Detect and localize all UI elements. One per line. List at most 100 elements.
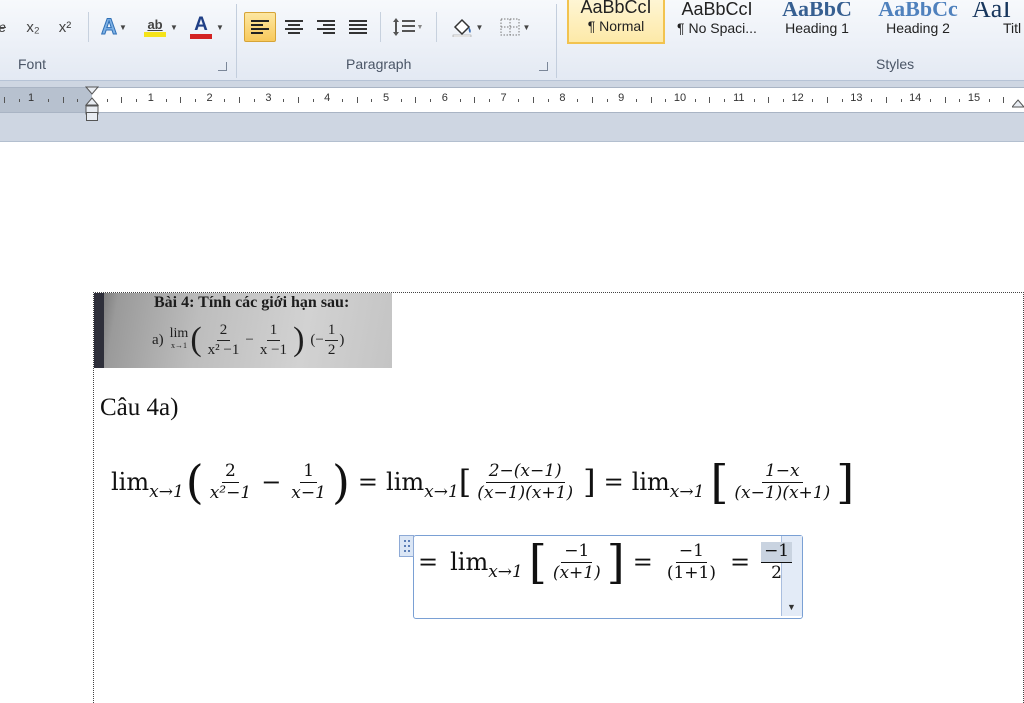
horizontal-ruler[interactable]: 1 1 2 3 4 5 6 7 8 9 10 11 12 13 14 15 <box>0 86 1024 115</box>
style-title[interactable]: AaI Titl <box>972 0 1024 44</box>
lim-text: lim <box>631 468 670 496</box>
lim-subscript: x→1 <box>488 562 523 582</box>
ruler-number: 15 <box>967 92 981 104</box>
ruler-tick <box>827 97 828 103</box>
ruler-tick <box>709 97 711 103</box>
chevron-down-icon: ▼ <box>170 22 178 32</box>
font-group-label: Font <box>18 56 47 72</box>
problem-photo[interactable]: Bài 4: Tính các giới hạn sau: a) lim x→1… <box>94 293 392 368</box>
ruler-tick <box>724 99 726 102</box>
style-preview: AaBbC <box>782 2 852 20</box>
equals-sign: = <box>729 548 751 576</box>
paragraph-dialog-launcher-icon[interactable] <box>539 62 548 71</box>
ruler-number: 5 <box>382 92 390 104</box>
ruler-tick <box>106 99 108 102</box>
style-no-spacing[interactable]: AaBbCcI ¶ No Spaci... <box>668 0 766 44</box>
chevron-down-icon: ▼ <box>216 22 224 32</box>
ruler-tick <box>518 99 520 102</box>
ruler-tick <box>591 97 593 103</box>
strikethrough-button[interactable]: ɐ <box>0 12 10 42</box>
ruler-tick <box>547 99 549 102</box>
style-no-spacing-label: ¶ No Spaci... <box>677 20 757 36</box>
fraction-denominator: (x+1) <box>552 562 601 583</box>
ruler-tick <box>533 97 534 103</box>
style-normal[interactable]: AaBbCcI ¶ Normal <box>567 0 665 44</box>
equation-line-1[interactable]: lim x→1 ( 2 x²−1 − 1 x−1 ) = lim x→1 [ 2−(… <box>111 452 854 512</box>
ruler-tick <box>1003 97 1005 103</box>
ruler-tick <box>253 99 255 102</box>
ruler-tick <box>136 99 138 102</box>
ruler-tick <box>871 99 873 102</box>
style-preview: AaBbCcI <box>681 2 753 19</box>
ruler-tick <box>415 97 417 103</box>
ruler-tick <box>753 99 755 102</box>
ruler-tick <box>885 97 887 103</box>
grip-icon <box>404 540 410 552</box>
ruler-tick <box>77 99 79 102</box>
equals-sign: = <box>603 468 624 496</box>
bracket-left: [ <box>458 463 472 501</box>
photo-line-2: a) lim x→1 ( 2 x² −1 − 1x −1 ) (− 12 ) <box>152 321 345 358</box>
highlight-button[interactable]: ab ▼ <box>140 12 182 42</box>
text-effects-button[interactable]: A ▼ <box>96 12 132 42</box>
ruler-tick <box>635 99 637 102</box>
equation-line-2[interactable]: = lim x→1 [ −1 (x+1) ] = −1 (1+1) = −1 2 <box>418 535 795 589</box>
fraction-numerator-selected: −1 <box>761 542 793 563</box>
lim-text: lim <box>111 468 150 496</box>
ruler-tick <box>18 99 20 102</box>
fraction-denominator: (1+1) <box>666 562 716 583</box>
chevron-down-icon: ▼ <box>787 602 796 612</box>
align-right-button[interactable] <box>312 12 340 42</box>
shading-button[interactable]: ▼ <box>446 12 488 42</box>
equation-drag-handle[interactable] <box>399 535 414 557</box>
text-effects-icon: A <box>101 14 118 40</box>
ruler-tick <box>988 99 990 102</box>
separator <box>436 12 437 42</box>
minus-sign: − <box>261 468 282 496</box>
ruler-number: 12 <box>791 92 804 104</box>
subscript-icon: x₂ <box>26 18 40 36</box>
ruler-tick <box>297 97 299 103</box>
ruler-tick <box>121 97 123 103</box>
fraction-denominator: (x−1)(x+1) <box>734 482 831 503</box>
lim-subscript: x→1 <box>669 482 705 502</box>
borders-button[interactable]: ▼ <box>494 12 536 42</box>
align-left-button[interactable] <box>244 12 276 42</box>
superscript-icon: x² <box>58 18 72 36</box>
right-indent-marker-icon[interactable] <box>1012 88 1024 110</box>
ruler-area: 1 1 2 3 4 5 6 7 8 9 10 11 12 13 14 15 <box>0 81 1024 142</box>
ruler-tick <box>768 97 770 103</box>
ruler-number: 6 <box>441 92 448 104</box>
font-color-button[interactable]: A ▼ <box>186 12 228 42</box>
ruler-tick <box>694 99 696 102</box>
subscript-button[interactable]: x₂ <box>20 12 46 42</box>
bracket-right: ] <box>836 455 855 509</box>
strikethrough-icon: ɐ <box>0 19 6 35</box>
font-dialog-launcher-icon[interactable] <box>218 62 227 71</box>
line-spacing-button[interactable]: ▼ <box>388 12 428 42</box>
bracket-left: [ <box>528 535 547 589</box>
chevron-down-icon: ▼ <box>475 22 484 32</box>
style-heading-1[interactable]: AaBbC Heading 1 <box>770 0 864 44</box>
fraction-numerator: 2−(x−1) <box>485 462 565 483</box>
align-center-button[interactable] <box>280 12 308 42</box>
ruler-number: 4 <box>324 92 331 104</box>
line-spacing-icon <box>392 18 415 36</box>
align-center-icon <box>285 20 303 34</box>
fraction-numerator: 2 <box>222 462 239 483</box>
ruler-number: 9 <box>618 92 625 104</box>
ruler-number: 10 <box>673 92 687 104</box>
ruler-tick <box>488 99 490 102</box>
superscript-button[interactable]: x² <box>52 12 78 42</box>
question-heading: Câu 4a) <box>100 394 179 421</box>
fraction-denominator: x−1 <box>291 482 326 503</box>
style-heading-2-label: Heading 2 <box>886 20 950 36</box>
photo-line-1: Bài 4: Tính các giới hạn sau: <box>154 294 350 311</box>
ruler-tick <box>47 99 49 102</box>
style-heading-2[interactable]: AaBbCc Heading 2 <box>868 0 968 44</box>
font-color-icon: A <box>190 15 213 39</box>
style-preview: AaBbCcI <box>580 0 652 17</box>
ruler-number: 8 <box>559 92 566 104</box>
justify-button[interactable] <box>344 12 372 42</box>
ruler-tick <box>812 99 814 102</box>
